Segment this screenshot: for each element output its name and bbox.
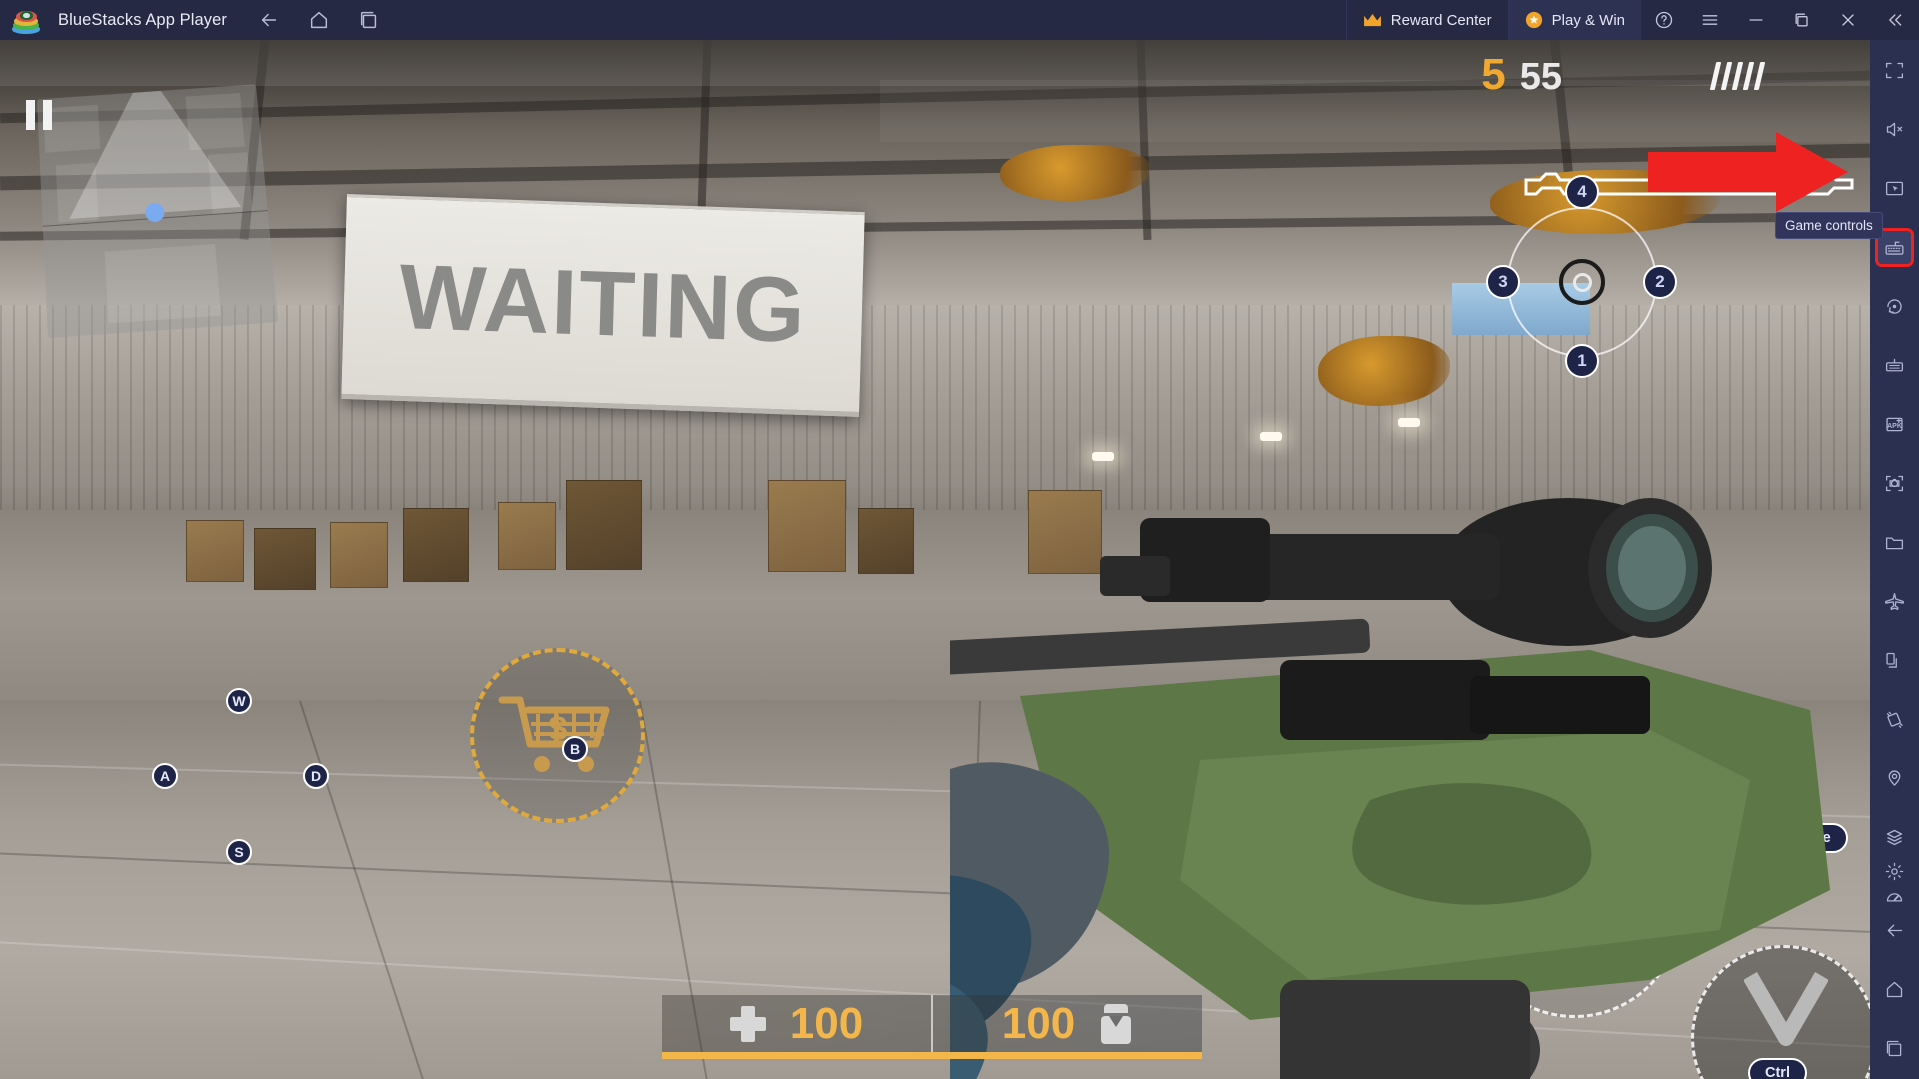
crate xyxy=(498,502,556,570)
health-group: 100 xyxy=(662,995,933,1053)
shake-icon[interactable] xyxy=(1878,703,1911,736)
waiting-sign-text: WAITING xyxy=(397,245,809,363)
weapon-wheel[interactable]: 4 2 3 1 xyxy=(1486,175,1677,378)
macro-icon[interactable] xyxy=(1878,349,1911,382)
eco-mode-icon[interactable] xyxy=(1878,821,1911,854)
home-icon[interactable] xyxy=(307,8,331,32)
app-title: BlueStacks App Player xyxy=(58,10,228,29)
sidebar-bottom-group xyxy=(1870,855,1919,1065)
svg-text:APK: APK xyxy=(1887,423,1902,430)
move-key-w[interactable]: W xyxy=(226,688,252,714)
ceiling-light xyxy=(1260,432,1282,441)
rotate-icon[interactable] xyxy=(1878,290,1911,323)
player-status-hud: 100 100 xyxy=(662,995,1202,1053)
screenshot-icon[interactable] xyxy=(1878,467,1911,500)
game-viewport[interactable]: WAITING 5 55 4 2 3 1 W A D S $ B Ctrl 10… xyxy=(0,40,1870,1079)
minimap-player-dot xyxy=(144,202,166,223)
title-bar: BlueStacks App Player Reward Center Play… xyxy=(0,0,1919,40)
pause-button[interactable] xyxy=(26,100,52,130)
mute-icon[interactable] xyxy=(1878,113,1911,146)
waiting-sign: WAITING xyxy=(341,194,865,417)
home-icon[interactable] xyxy=(1878,973,1911,1006)
close-icon[interactable] xyxy=(1825,0,1871,40)
back-icon[interactable] xyxy=(257,8,281,32)
crown-icon xyxy=(1363,13,1382,28)
shop-control[interactable]: $ B xyxy=(470,648,645,823)
weapon-slot-3[interactable]: 3 xyxy=(1486,265,1520,299)
shopping-cart-icon: $ xyxy=(498,696,610,772)
score-hud: 5 55 xyxy=(1481,50,1562,100)
crate xyxy=(768,480,846,572)
move-key-d[interactable]: D xyxy=(303,763,329,789)
move-key-a[interactable]: A xyxy=(152,763,178,789)
menu-icon[interactable] xyxy=(1687,0,1733,40)
crate xyxy=(566,480,642,570)
window-system-buttons xyxy=(1641,0,1917,40)
star-badge-icon xyxy=(1525,11,1543,29)
crate xyxy=(403,508,469,582)
titlebar-nav-group xyxy=(257,8,381,32)
recents-icon[interactable] xyxy=(1878,1032,1911,1065)
score-team-b: 55 xyxy=(1519,56,1562,98)
armor-group: 100 xyxy=(933,995,1202,1053)
crate xyxy=(186,520,244,582)
media-manager-icon[interactable] xyxy=(1878,526,1911,559)
fullscreen-icon[interactable] xyxy=(1878,54,1911,87)
install-apk-icon[interactable]: APK xyxy=(1878,408,1911,441)
airplane-icon[interactable] xyxy=(1878,585,1911,618)
crate xyxy=(330,522,388,588)
collapse-sidebar-icon[interactable] xyxy=(1871,0,1917,40)
bluestacks-logo-icon xyxy=(12,6,40,34)
health-cross-icon xyxy=(729,1006,766,1042)
weapon-slot-4[interactable]: 4 xyxy=(1565,175,1599,209)
shop-key[interactable]: B xyxy=(562,736,588,762)
game-controls-icon[interactable] xyxy=(1875,228,1914,267)
settings-gear-icon[interactable] xyxy=(1878,855,1911,888)
ceiling-light xyxy=(1398,418,1420,427)
bluestacks-window: BlueStacks App Player Reward Center Play… xyxy=(0,0,1919,1079)
recents-icon[interactable] xyxy=(357,8,381,32)
crate xyxy=(858,508,914,574)
ammo-tick-indicator xyxy=(1709,62,1766,90)
location-icon[interactable] xyxy=(1878,762,1911,795)
minimize-icon[interactable] xyxy=(1733,0,1779,40)
play-and-win-label: Play & Win xyxy=(1551,11,1625,29)
minimap xyxy=(36,84,279,339)
reward-center-label: Reward Center xyxy=(1390,11,1492,29)
first-person-weapon xyxy=(950,498,1830,1079)
weapon-slot-2[interactable]: 2 xyxy=(1643,265,1677,299)
move-key-s[interactable]: S xyxy=(226,839,252,865)
back-arrow-icon[interactable] xyxy=(1878,914,1911,947)
bluestacks-sidebar: APK xyxy=(1870,40,1919,1079)
crate xyxy=(254,528,316,590)
weapon-slot-1[interactable]: 1 xyxy=(1565,344,1599,378)
multi-instance-icon[interactable] xyxy=(1878,644,1911,677)
weapon-wheel-center-icon[interactable] xyxy=(1559,259,1605,305)
armor-vest-icon xyxy=(1101,1004,1132,1044)
maximize-icon[interactable] xyxy=(1779,0,1825,40)
game-controls-tooltip: Game controls xyxy=(1775,212,1883,239)
play-and-win-button[interactable]: Play & Win xyxy=(1507,0,1641,40)
reward-center-button[interactable]: Reward Center xyxy=(1345,0,1508,40)
score-team-a: 5 xyxy=(1481,50,1506,99)
red-annotation-arrow xyxy=(1648,132,1848,212)
health-value: 100 xyxy=(789,999,864,1048)
health-progress-bar xyxy=(662,1052,1202,1059)
armor-value: 100 xyxy=(1001,999,1076,1048)
help-icon[interactable] xyxy=(1641,0,1687,40)
cursor-lock-icon[interactable] xyxy=(1878,172,1911,205)
